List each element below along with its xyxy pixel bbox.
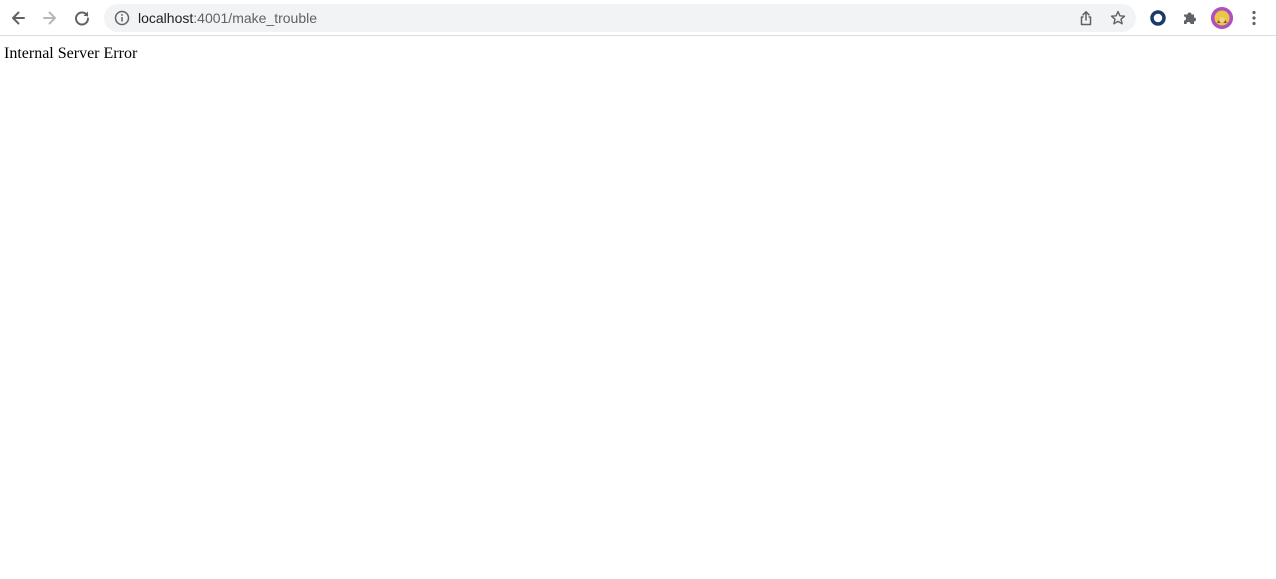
site-info-button[interactable] [112,4,132,32]
url-text[interactable]: localhost:4001/make_trouble [138,4,317,32]
url-path: :4001/make_trouble [193,10,318,26]
reload-icon [75,11,89,26]
share-button[interactable] [1076,4,1096,32]
forward-button[interactable] [36,4,64,32]
menu-button[interactable] [1240,4,1268,32]
page-content: Internal Server Error [0,37,1276,579]
error-message: Internal Server Error [4,45,138,62]
forward-arrow-icon [43,11,56,25]
ring-extension-icon [1150,10,1166,26]
avatar[interactable] [1211,7,1233,29]
bookmark-button[interactable] [1108,4,1128,32]
share-icon [1080,11,1092,26]
extension-button[interactable] [1144,4,1172,32]
back-button[interactable] [4,4,32,32]
url-host: localhost [138,10,194,26]
info-icon [114,10,130,26]
puzzle-icon [1184,12,1196,24]
profile-picture-icon [1211,7,1233,29]
star-icon [1110,10,1126,25]
browser-toolbar: localhost:4001/make_trouble [0,0,1277,36]
extensions-button[interactable] [1176,4,1204,32]
back-arrow-icon [12,11,25,25]
kebab-menu-icon [1252,10,1256,26]
address-bar[interactable]: localhost:4001/make_trouble [104,4,1136,32]
browser-window: localhost:4001/make_trouble Internal Ser… [0,0,1277,579]
reload-button[interactable] [68,4,96,32]
